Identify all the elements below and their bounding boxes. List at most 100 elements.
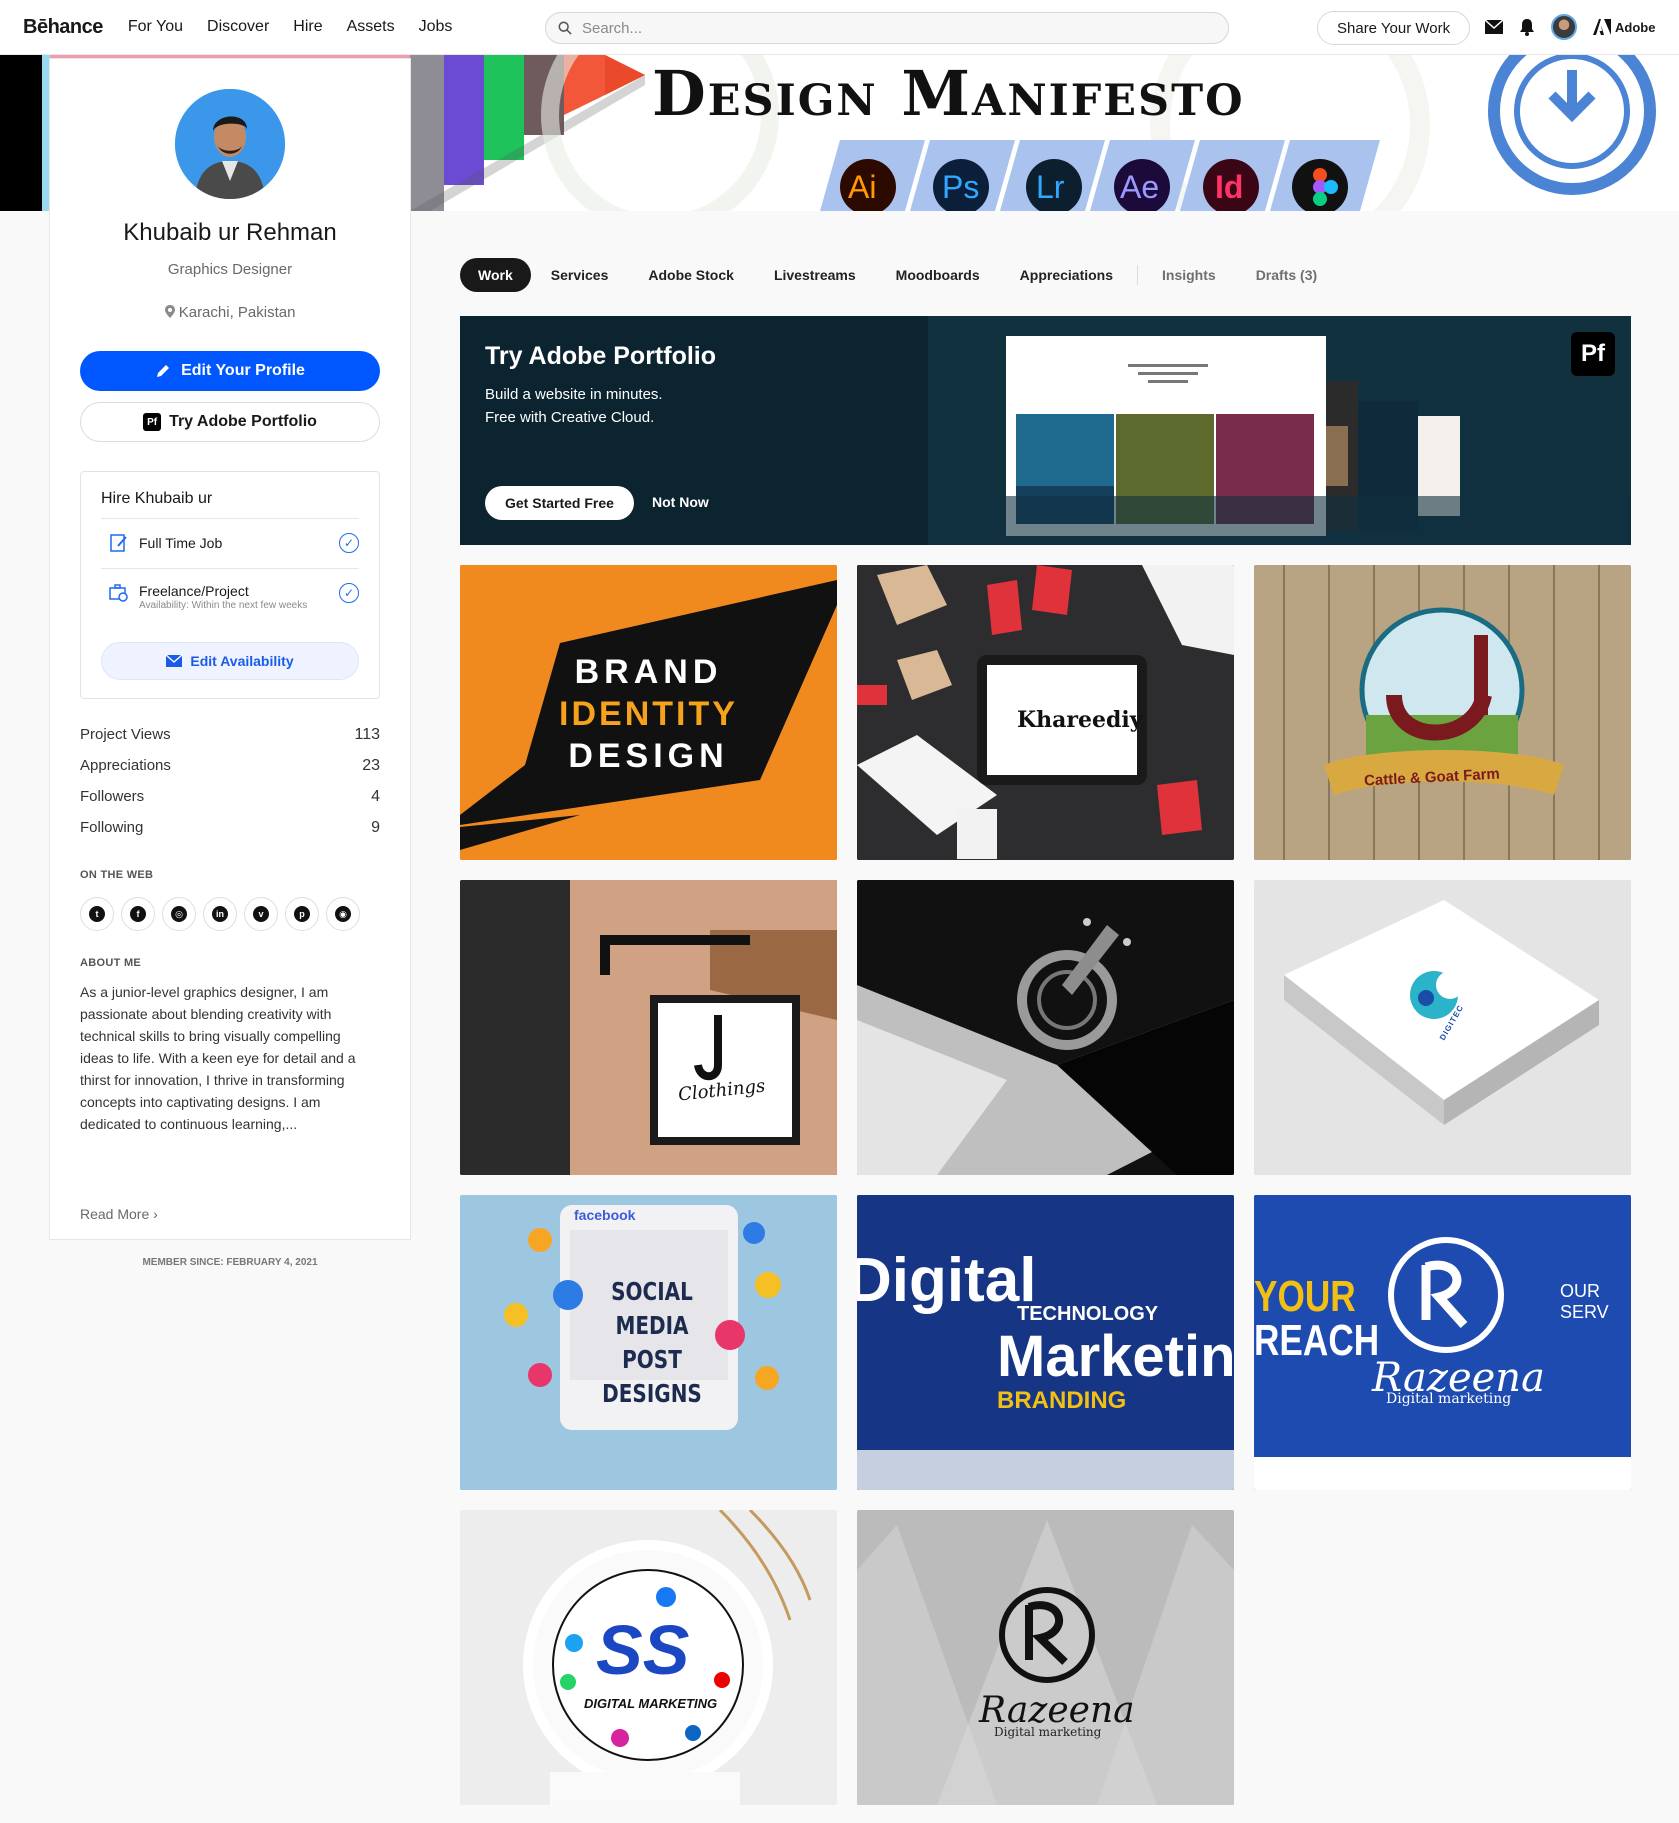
project-card[interactable]: facebook SOCIAL MEDIA POST DESIGNS bbox=[460, 1195, 837, 1490]
social-media-line: SOCIAL MEDIA bbox=[611, 1277, 693, 1340]
freelance-label: Freelance/Project bbox=[139, 583, 249, 599]
project-card[interactable]: Cattle & Goat Farm bbox=[1254, 565, 1631, 860]
full-time-label: Full Time Job bbox=[139, 535, 223, 551]
hire-option-full-time[interactable]: Full Time Job ✓ bbox=[101, 518, 359, 568]
ss-tagline: DIGITAL MARKETING bbox=[584, 1696, 718, 1711]
edit-availability-label: Edit Availability bbox=[190, 653, 294, 669]
post-designs-line: POST DESIGNS bbox=[602, 1345, 702, 1408]
stat-value: 23 bbox=[362, 757, 380, 774]
nav-link-discover[interactable]: Discover bbox=[207, 18, 269, 36]
project-card[interactable]: Clothings bbox=[460, 880, 837, 1175]
instagram-icon: ◉ bbox=[335, 906, 351, 922]
stat-label: Followers bbox=[80, 788, 145, 805]
search-input[interactable]: Search... bbox=[545, 12, 1229, 44]
your-word: YOUR bbox=[1254, 1272, 1356, 1321]
stat-label: Appreciations bbox=[80, 757, 171, 774]
profile-name: Khubaib ur Rehman bbox=[123, 219, 337, 246]
share-your-work-button[interactable]: Share Your Work bbox=[1317, 11, 1471, 45]
linkedin-icon: in bbox=[212, 906, 228, 922]
stat-followers[interactable]: Followers 4 bbox=[80, 788, 380, 819]
design-line: DESIGN bbox=[568, 737, 729, 775]
edit-availability-button[interactable]: Edit Availability bbox=[101, 642, 359, 680]
adobe-link[interactable]: Adobe bbox=[1593, 19, 1655, 35]
tab-insights[interactable]: Insights bbox=[1142, 258, 1236, 292]
try-adobe-portfolio-button[interactable]: Pf Try Adobe Portfolio bbox=[80, 402, 380, 442]
tab-divider bbox=[1137, 265, 1139, 285]
tab-drafts[interactable]: Drafts (3) bbox=[1236, 258, 1337, 292]
nav-link-assets[interactable]: Assets bbox=[347, 18, 395, 36]
on-the-web-label: ON THE WEB bbox=[80, 869, 154, 881]
stat-label: Following bbox=[80, 819, 144, 836]
promo-title: Try Adobe Portfolio bbox=[485, 342, 717, 370]
twitter-icon: t bbox=[89, 906, 105, 922]
stat-project-views: Project Views 113 bbox=[80, 726, 380, 757]
tab-work[interactable]: Work bbox=[460, 258, 531, 292]
pinterest-link[interactable]: p bbox=[285, 897, 319, 931]
marketing-word: Marketing bbox=[997, 1324, 1234, 1389]
availability-text: Availability: Within the next few weeks bbox=[139, 600, 308, 611]
check-circle-icon: ✓ bbox=[339, 583, 359, 603]
edit-profile-button[interactable]: Edit Your Profile bbox=[80, 351, 380, 391]
adobe-logo-icon bbox=[1593, 19, 1611, 35]
project-card[interactable]: DIGITEC bbox=[1254, 880, 1631, 1175]
try-portfolio-label: Try Adobe Portfolio bbox=[169, 413, 317, 430]
project-card[interactable]: Razeena Digital marketing bbox=[857, 1510, 1234, 1805]
dribbble-link[interactable]: ◎ bbox=[162, 897, 196, 931]
project-card[interactable] bbox=[857, 880, 1234, 1175]
search-icon bbox=[558, 21, 572, 35]
project-thumbnail bbox=[460, 880, 837, 1175]
stat-following[interactable]: Following 9 bbox=[80, 819, 380, 850]
nav-link-for-you[interactable]: For You bbox=[128, 18, 183, 36]
stat-value: 113 bbox=[354, 726, 380, 743]
read-more-link[interactable]: Read More › bbox=[80, 1206, 158, 1222]
project-thumbnail bbox=[1254, 565, 1631, 860]
profile-tabs: Work Services Adobe Stock Livestreams Mo… bbox=[460, 258, 1337, 292]
tab-appreciations[interactable]: Appreciations bbox=[1000, 258, 1133, 292]
search-placeholder: Search... bbox=[582, 19, 643, 37]
stat-label: Project Views bbox=[80, 726, 171, 743]
member-since: MEMBER SINCE: FEBRUARY 4, 2021 bbox=[142, 1257, 318, 1268]
briefcase-clock-icon bbox=[109, 584, 128, 602]
instagram-link[interactable]: ◉ bbox=[326, 897, 360, 931]
location-pin-icon bbox=[164, 305, 175, 318]
app-icon-lightroom: Lr bbox=[1036, 169, 1065, 205]
chevron-right-icon: › bbox=[153, 1206, 158, 1222]
vimeo-link[interactable]: v bbox=[244, 897, 278, 931]
app-icon-illustrator: Ai bbox=[848, 169, 877, 205]
promo-subtitle: Build a website in minutes. Free with Cr… bbox=[485, 386, 663, 426]
facebook-link[interactable]: f bbox=[121, 897, 155, 931]
twitter-link[interactable]: t bbox=[80, 897, 114, 931]
tab-adobe-stock[interactable]: Adobe Stock bbox=[628, 258, 754, 292]
tab-livestreams[interactable]: Livestreams bbox=[754, 258, 876, 292]
mail-icon[interactable] bbox=[1485, 20, 1503, 34]
hire-option-freelance[interactable]: Freelance/Project Availability: Within t… bbox=[101, 568, 359, 628]
about-text: As a junior-level graphics designer, I a… bbox=[80, 984, 356, 1132]
project-card[interactable]: Khareediy bbox=[857, 565, 1234, 860]
tab-services[interactable]: Services bbox=[531, 258, 629, 292]
user-avatar[interactable] bbox=[1551, 14, 1577, 40]
stat-appreciations: Appreciations 23 bbox=[80, 757, 380, 788]
nav-link-jobs[interactable]: Jobs bbox=[419, 18, 453, 36]
identity-line: IDENTITY bbox=[559, 695, 738, 733]
hire-box: Hire Khubaib ur Full Time Job ✓ Freelanc… bbox=[80, 471, 380, 699]
facebook-label: facebook bbox=[574, 1207, 636, 1223]
not-now-button[interactable]: Not Now bbox=[652, 494, 709, 510]
hire-title: Hire Khubaib ur bbox=[101, 490, 213, 507]
nav-link-hire[interactable]: Hire bbox=[293, 18, 322, 36]
project-card[interactable]: YOUR REACH Razeena Digital marketing OUR… bbox=[1254, 1195, 1631, 1490]
project-card[interactable]: Digital Marketing BRANDING TECHNOLOGY bbox=[857, 1195, 1234, 1490]
nav-links: For You Discover Hire Assets Jobs bbox=[128, 18, 453, 36]
linkedin-link[interactable]: in bbox=[203, 897, 237, 931]
tab-moodboards[interactable]: Moodboards bbox=[876, 258, 1000, 292]
bell-icon[interactable] bbox=[1519, 18, 1535, 36]
edit-profile-label: Edit Your Profile bbox=[181, 362, 305, 379]
profile-title: Graphics Designer bbox=[167, 261, 293, 278]
project-card[interactable]: SS DIGITAL MARKETING bbox=[460, 1510, 837, 1805]
get-started-free-button[interactable]: Get Started Free bbox=[485, 486, 634, 520]
portfolio-icon: Pf bbox=[143, 413, 162, 431]
app-icon-photoshop: Ps bbox=[942, 169, 980, 205]
portfolio-badge-icon: Pf bbox=[1571, 332, 1615, 376]
project-card[interactable]: BRAND IDENTITY DESIGN bbox=[460, 565, 837, 860]
adobe-label: Adobe bbox=[1615, 19, 1656, 35]
behance-logo[interactable]: Bēhance bbox=[23, 16, 103, 39]
